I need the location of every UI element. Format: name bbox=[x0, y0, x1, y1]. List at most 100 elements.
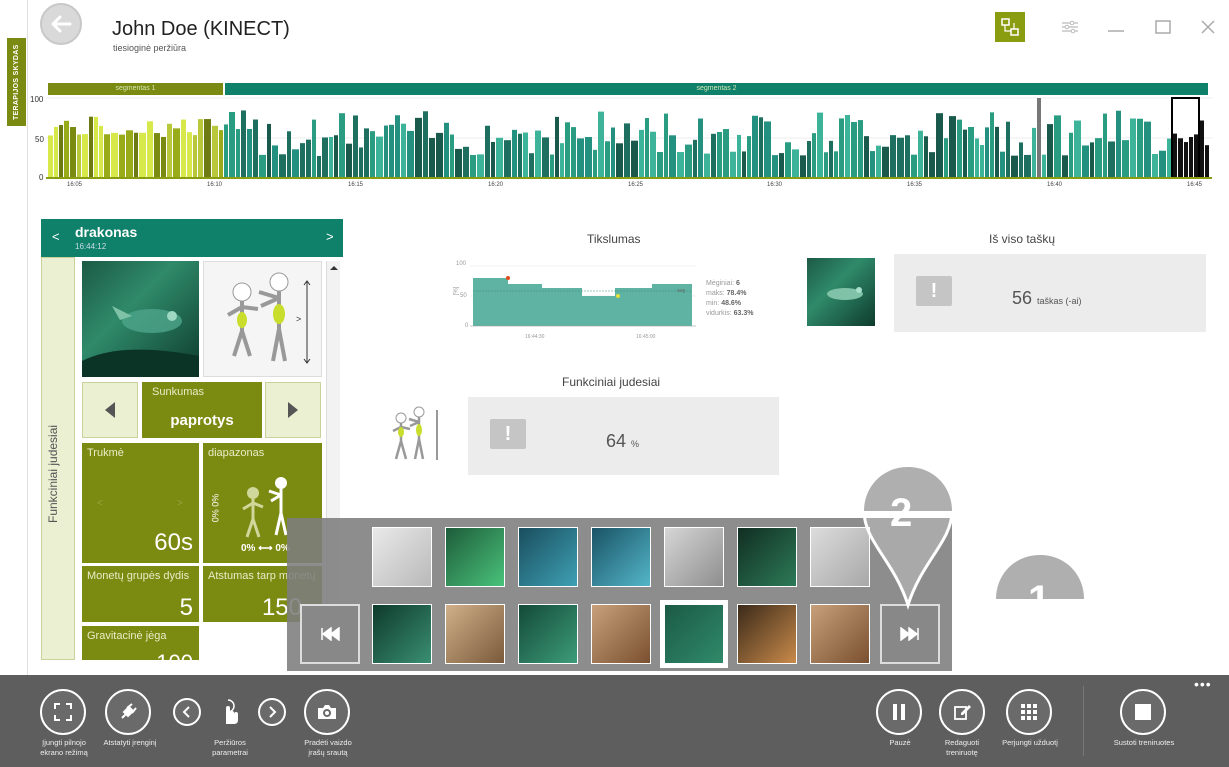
fullscreen-button[interactable] bbox=[40, 689, 86, 735]
close-icon[interactable] bbox=[1195, 14, 1221, 40]
timeline-bar bbox=[1069, 132, 1073, 178]
task-thumbnail[interactable] bbox=[737, 527, 797, 587]
functional-title: Funkciniai judesiai bbox=[562, 375, 661, 389]
fullscreen-icon bbox=[54, 703, 72, 721]
gravity-panel[interactable]: Gravitacinė jėga 100 bbox=[82, 626, 199, 660]
view-params-button[interactable] bbox=[207, 689, 253, 735]
touch-hand-icon bbox=[226, 699, 238, 724]
timeline-bar bbox=[477, 154, 484, 178]
task-thumbnail[interactable] bbox=[591, 527, 651, 587]
timeline-bar bbox=[1116, 110, 1121, 178]
timeline-bar bbox=[571, 127, 576, 178]
legend-value: 48.6% bbox=[721, 300, 742, 307]
task-thumbnail[interactable] bbox=[445, 527, 505, 587]
total-points-box: ! 56 taškas (-ai) bbox=[894, 254, 1206, 332]
pause-button[interactable] bbox=[876, 689, 922, 735]
view-prev-button[interactable] bbox=[173, 698, 201, 726]
segment-2[interactable]: segmentas 2 bbox=[225, 83, 1208, 95]
timeline-bar bbox=[491, 141, 495, 178]
device-network-icon[interactable] bbox=[995, 12, 1025, 42]
view-next-button[interactable] bbox=[258, 698, 286, 726]
timeline-bar bbox=[560, 143, 564, 178]
timeline-bar bbox=[535, 130, 541, 178]
timeline-bar bbox=[436, 132, 443, 178]
y-tick-0: 0 bbox=[39, 173, 44, 182]
timeline-bar bbox=[329, 136, 333, 178]
duration-increase[interactable]: > bbox=[177, 498, 183, 509]
switch-task-button[interactable] bbox=[1006, 689, 1052, 735]
callout-pin-1-number: 1 bbox=[1028, 578, 1051, 622]
timeline-bar bbox=[824, 152, 828, 178]
exercise-card-header: < drakonas 16:44:12 > bbox=[41, 219, 343, 257]
total-points-title: Iš viso taškų bbox=[989, 232, 1056, 246]
difficulty-value: paprotys bbox=[170, 412, 234, 429]
timeline-bar bbox=[550, 154, 554, 178]
accuracy-y-unit: [%] bbox=[453, 286, 460, 296]
functional-number: 64 bbox=[606, 431, 627, 451]
plug-icon bbox=[121, 703, 137, 719]
timeline-bar bbox=[312, 119, 316, 178]
duration-panel[interactable]: Trukmė < > 60s bbox=[82, 443, 199, 563]
app-window: TERAPIJOS SKYDAS John Doe (KINECT) tiesi… bbox=[0, 0, 1229, 767]
timeline-bar bbox=[219, 130, 223, 178]
minimize-icon[interactable] bbox=[1103, 14, 1129, 40]
timeline-bar bbox=[624, 123, 630, 178]
timeline-bar bbox=[555, 116, 559, 178]
more-options-icon[interactable]: ••• bbox=[1194, 676, 1212, 692]
task-thumbnail[interactable] bbox=[372, 527, 432, 587]
timeline-bar bbox=[737, 134, 741, 178]
callout-pin-2 bbox=[862, 465, 954, 610]
category-side-label: Funkciniai judesiai bbox=[41, 257, 75, 660]
coin-group-panel[interactable]: Monetų grupės dydis 5 bbox=[82, 566, 199, 622]
skip-first-button[interactable] bbox=[300, 604, 360, 664]
timeline-bar bbox=[496, 137, 503, 178]
edit-training-button[interactable] bbox=[939, 689, 985, 735]
accuracy-chart[interactable] bbox=[470, 262, 698, 332]
task-thumbnail[interactable] bbox=[660, 600, 728, 668]
task-thumbnail[interactable] bbox=[737, 604, 797, 664]
chevron-right-icon[interactable]: > bbox=[326, 229, 334, 244]
timeline-bar bbox=[1152, 154, 1158, 178]
accuracy-x-1: 16:44:30 bbox=[525, 334, 545, 340]
segment-1[interactable]: segmentas 1 bbox=[48, 83, 223, 95]
exercise-preview-image bbox=[82, 261, 199, 377]
therapy-panel-tab[interactable]: TERAPIJOS SKYDAS bbox=[7, 38, 26, 126]
difficulty-increase-button[interactable] bbox=[265, 382, 321, 438]
back-button[interactable] bbox=[40, 3, 82, 45]
timeline-bar bbox=[968, 126, 974, 178]
maximize-icon[interactable] bbox=[1150, 14, 1176, 40]
task-thumbnail[interactable] bbox=[445, 604, 505, 664]
x-tick: 16:30 bbox=[767, 182, 783, 188]
task-thumbnail[interactable] bbox=[518, 527, 578, 587]
timeline-bar bbox=[752, 115, 758, 178]
duration-decrease[interactable]: < bbox=[97, 498, 103, 509]
timeline-bar bbox=[292, 149, 299, 178]
timeline-bar bbox=[504, 140, 511, 178]
settings-sliders-icon[interactable] bbox=[1057, 14, 1083, 40]
start-stream-button[interactable] bbox=[304, 689, 350, 735]
stop-training-button[interactable] bbox=[1120, 689, 1166, 735]
difficulty-decrease-button[interactable] bbox=[82, 382, 138, 438]
timeline-bar bbox=[605, 141, 610, 178]
functional-value: 64 % bbox=[606, 431, 639, 452]
timeline-bar bbox=[975, 138, 979, 178]
timeline-bar bbox=[161, 136, 166, 178]
timeline-bar bbox=[104, 134, 110, 178]
functional-figure-icon bbox=[392, 406, 438, 460]
triangle-right-icon bbox=[288, 402, 298, 418]
task-thumbnail[interactable] bbox=[664, 527, 724, 587]
task-thumbnail[interactable] bbox=[372, 604, 432, 664]
timeline-bar bbox=[455, 148, 462, 178]
timeline-bar bbox=[944, 138, 948, 178]
toolbar-divider bbox=[1083, 686, 1084, 756]
x-tick: 16:05 bbox=[67, 182, 83, 188]
timeline-bar bbox=[353, 115, 358, 178]
timeline-chart[interactable] bbox=[46, 96, 1212, 180]
task-thumbnail[interactable] bbox=[591, 604, 651, 664]
reset-device-button[interactable] bbox=[105, 689, 151, 735]
timeline-bar bbox=[423, 111, 428, 178]
timeline-bar bbox=[693, 139, 697, 178]
stop-icon bbox=[1135, 704, 1151, 720]
task-thumbnail[interactable] bbox=[518, 604, 578, 664]
chevron-right-icon bbox=[269, 706, 277, 718]
